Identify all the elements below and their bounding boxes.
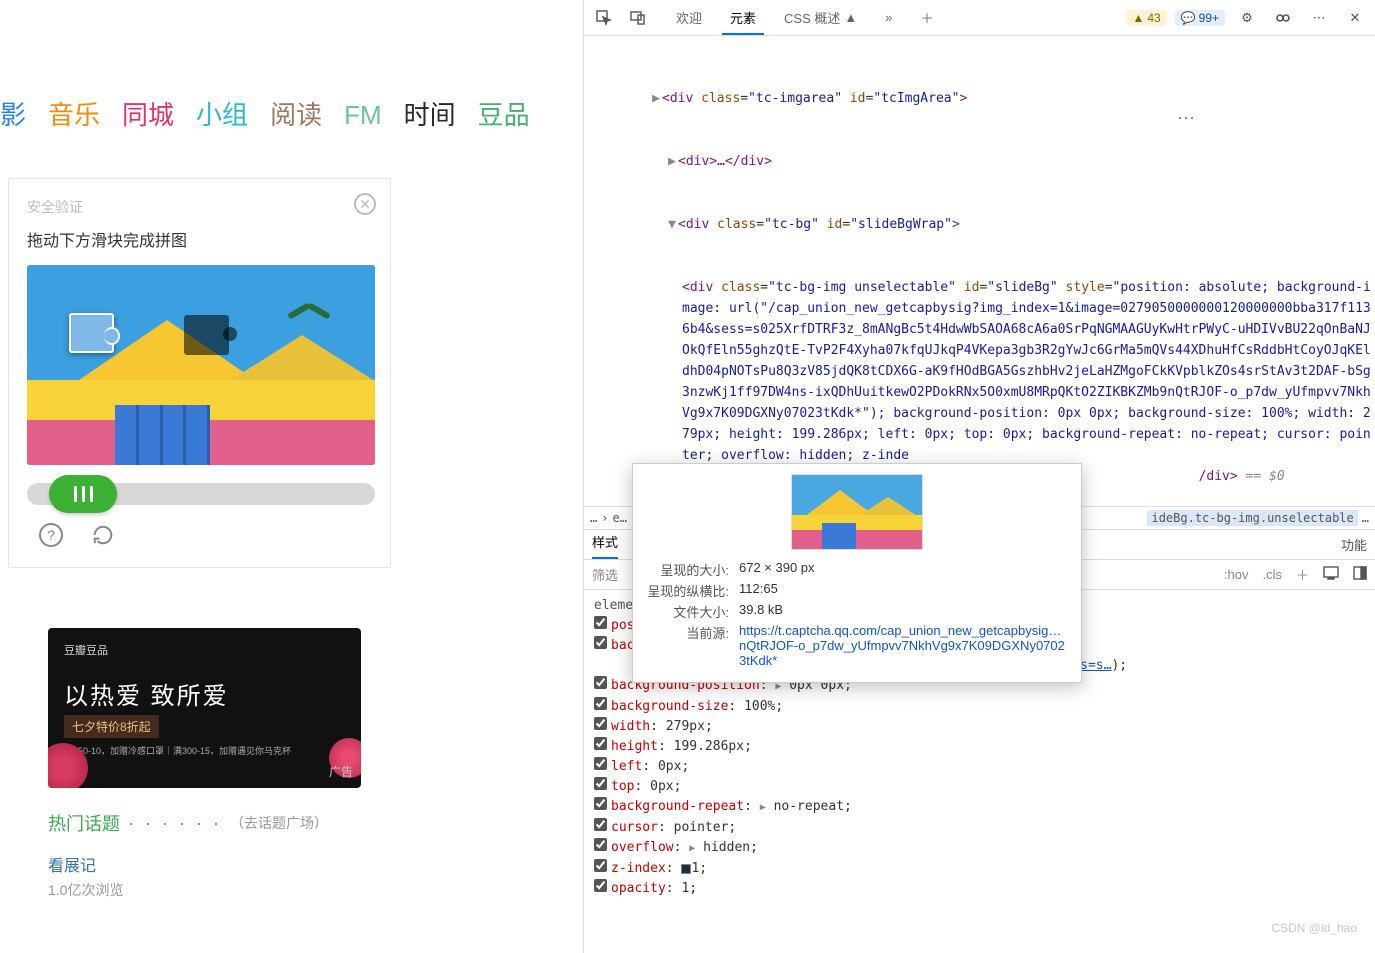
more-icon[interactable]: ⋯ xyxy=(1305,4,1333,32)
rule-check[interactable] xyxy=(594,676,607,689)
warnings-badge[interactable]: ▲ 43 xyxy=(1126,10,1166,26)
nav-fm[interactable]: FM xyxy=(344,100,382,131)
link-icon[interactable] xyxy=(1269,4,1297,32)
ad-brand: 豆瓣豆品 xyxy=(64,642,345,658)
nav-doupin[interactable]: 豆品 xyxy=(478,95,530,132)
rule-check[interactable] xyxy=(594,859,607,872)
main-nav: 影 音乐 同城 小组 阅读 FM 时间 豆品 xyxy=(0,95,583,150)
rule-check[interactable] xyxy=(594,616,607,629)
device-icon2[interactable] xyxy=(1323,566,1339,583)
styles-tab-style[interactable]: 样式 xyxy=(592,532,618,559)
hot-item: 看展记 1.0亿次浏览 xyxy=(48,852,583,900)
ad-label: 广告 xyxy=(329,763,353,780)
hot-topics: 热门话题 · · · · · · （去话题广场） 看展记 1.0亿次浏览 xyxy=(48,810,583,900)
hot-dots: · · · · · · xyxy=(128,813,222,834)
captcha-panel: 安全验证 ✕ 拖动下方滑块完成拼图 ? xyxy=(8,178,391,568)
tooltip-thumbnail xyxy=(791,474,923,550)
panel-icon[interactable] xyxy=(1353,566,1367,583)
new-rule-icon[interactable]: ＋ xyxy=(1296,565,1309,584)
messages-badge[interactable]: 💬 99+ xyxy=(1175,10,1225,26)
nav-movie[interactable]: 影 xyxy=(0,95,26,132)
rule-check[interactable] xyxy=(594,757,607,770)
inspect-icon[interactable] xyxy=(590,4,618,32)
rule-check[interactable] xyxy=(594,717,607,730)
cls-toggle[interactable]: .cls xyxy=(1262,567,1282,582)
rule-check[interactable] xyxy=(594,838,607,851)
tooltip-source-link[interactable]: https://t.captcha.qq.com/cap_union_new_g… xyxy=(739,623,1067,668)
tab-elements[interactable]: 元素 xyxy=(716,0,770,35)
tab-welcome[interactable]: 欢迎 xyxy=(662,0,716,35)
rule-check[interactable] xyxy=(594,697,607,710)
tab-more[interactable]: » xyxy=(871,0,906,35)
rule-check[interactable] xyxy=(594,636,607,649)
settings-icon[interactable]: ⚙ xyxy=(1233,4,1261,32)
nav-xiaozu[interactable]: 小组 xyxy=(196,95,248,132)
close-icon[interactable]: ✕ xyxy=(354,193,376,215)
slider-track[interactable] xyxy=(27,483,375,505)
image-hover-tooltip: 呈现的大小:672 × 390 px 呈现的纵横比:112:65 文件大小:39… xyxy=(632,463,1082,683)
tab-add[interactable]: ＋ xyxy=(906,0,947,35)
rule-check[interactable] xyxy=(594,818,607,831)
captcha-instruction: 拖动下方滑块完成拼图 xyxy=(27,227,372,251)
filter-label[interactable]: 筛选 xyxy=(592,565,618,584)
dom-overflow-icon[interactable]: ⋯ xyxy=(1177,108,1196,129)
close-devtools-icon[interactable]: ✕ xyxy=(1341,4,1369,32)
rule-check[interactable] xyxy=(594,797,607,810)
page-left: 影 音乐 同城 小组 阅读 FM 时间 豆品 安全验证 ✕ 拖动下方滑块完成拼图… xyxy=(0,0,583,953)
ad-headline: 以热爱 致所爱 xyxy=(64,676,345,711)
styles-tab-perf[interactable]: 功能 xyxy=(1341,535,1367,554)
hot-item-views: 1.0亿次浏览 xyxy=(48,880,583,900)
dom-tree[interactable]: ▶<div class="tc-imgarea" id="tcImgArea">… xyxy=(584,36,1375,506)
hov-toggle[interactable]: :hov xyxy=(1224,567,1249,582)
puzzle-piece[interactable] xyxy=(69,313,114,353)
nav-music[interactable]: 音乐 xyxy=(48,95,100,132)
refresh-icon[interactable] xyxy=(91,523,115,547)
puzzle-hole xyxy=(184,315,229,355)
ad-sub: 七夕特价8折起 xyxy=(64,715,159,738)
devtools-toolbar: 欢迎 元素 CSS 概述 ▲ » ＋ ▲ 43 💬 99+ ⚙ ⋯ ✕ xyxy=(584,0,1375,36)
help-icon[interactable]: ? xyxy=(39,523,63,547)
captcha-image[interactable] xyxy=(27,265,375,465)
rule-check[interactable] xyxy=(594,879,607,892)
hot-title: 热门话题 xyxy=(48,810,120,836)
watermark: CSDN @id_hao xyxy=(1271,921,1357,935)
hot-item-link[interactable]: 看展记 xyxy=(48,858,96,875)
selected-dom-node[interactable]: <div class="tc-bg-img unselectable" id="… xyxy=(594,277,1371,487)
rule-check[interactable] xyxy=(594,777,607,790)
rule-check[interactable] xyxy=(594,737,607,750)
nav-yuedu[interactable]: 阅读 xyxy=(270,95,322,132)
nav-shijian[interactable]: 时间 xyxy=(404,95,456,132)
device-icon[interactable] xyxy=(624,4,652,32)
nav-tongcheng[interactable]: 同城 xyxy=(122,95,174,132)
tab-css-overview[interactable]: CSS 概述 ▲ xyxy=(770,0,871,35)
captcha-title: 安全验证 xyxy=(27,197,372,217)
hot-go-link[interactable]: （去话题广场） xyxy=(230,813,328,833)
ad-banner[interactable]: 豆瓣豆品 以热爱 致所爱 七夕特价8折起 满150-10，加赠冷感口罩｜满300… xyxy=(48,628,361,788)
ad-terms: 满150-10，加赠冷感口罩｜满300-15，加赠遇见你马克杯 xyxy=(64,744,345,757)
slider-handle[interactable] xyxy=(49,475,117,513)
